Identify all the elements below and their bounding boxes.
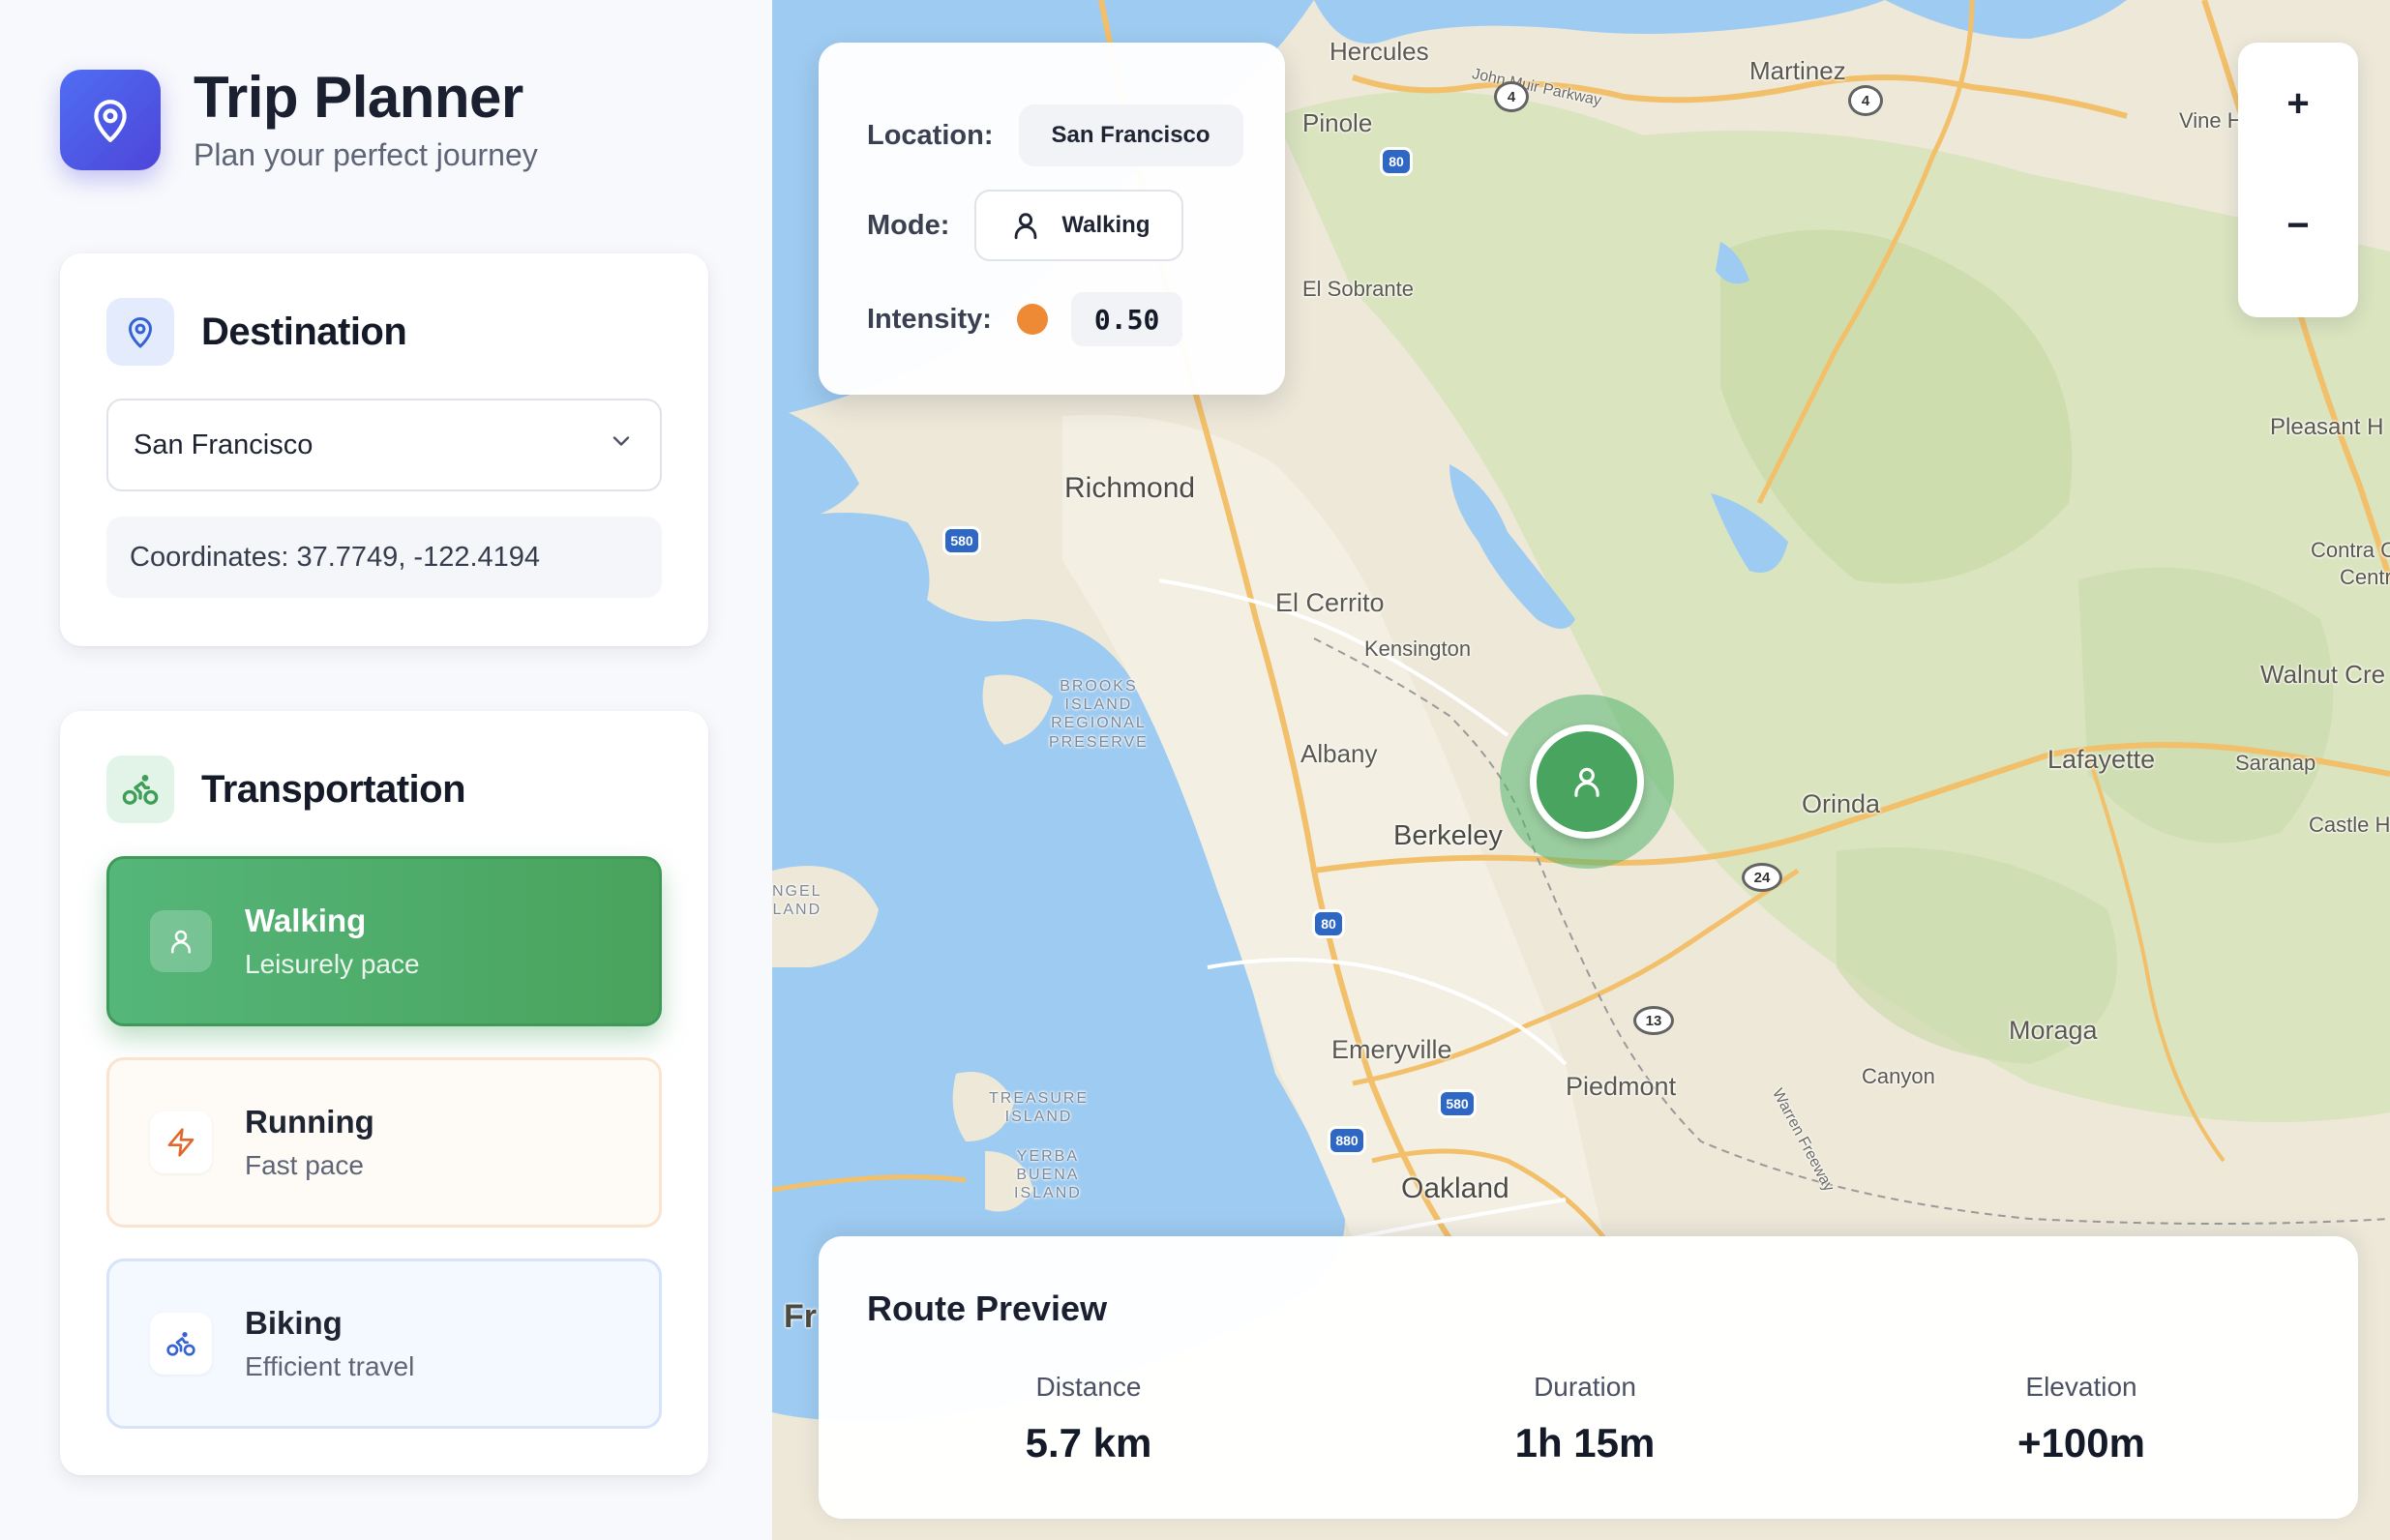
- map-label: El Sobrante: [1302, 277, 1414, 301]
- mode-option-walking[interactable]: Walking Leisurely pace: [106, 856, 662, 1026]
- highway-shield: 580: [942, 526, 981, 555]
- highway-shield: 580: [1438, 1089, 1477, 1118]
- location-marker[interactable]: [1500, 695, 1674, 869]
- map-label: El Cerrito: [1275, 588, 1385, 617]
- zoom-in-button[interactable]: +: [2238, 43, 2358, 164]
- stat-label: Distance: [1035, 1372, 1142, 1402]
- map-label: Castle H: [2309, 813, 2390, 837]
- intensity-value: 0.50: [1070, 292, 1183, 346]
- map-pin-icon: [60, 69, 161, 170]
- app-subtitle: Plan your perfect journey: [194, 137, 538, 172]
- intensity-indicator: [1016, 304, 1048, 335]
- mode-label: Mode:: [867, 209, 950, 241]
- map-label: Kensington: [1364, 637, 1472, 661]
- mode-name: Walking: [245, 903, 367, 938]
- location-value: San Francisco: [1018, 104, 1243, 166]
- map-label: Albany: [1300, 739, 1378, 768]
- map-label: Fr: [784, 1298, 817, 1335]
- zoom-out-button[interactable]: −: [2238, 164, 2358, 286]
- destination-select[interactable]: San Francisco: [106, 399, 662, 491]
- highway-shield: 80: [1380, 147, 1413, 176]
- bicycle-icon: [150, 1313, 212, 1375]
- mode-description: Fast pace: [245, 1150, 364, 1180]
- stat-label: Duration: [1534, 1372, 1636, 1402]
- map-label: Piedmont: [1566, 1072, 1677, 1101]
- map-label: TREASURE ISLAND: [989, 1090, 1090, 1126]
- map-label: Lafayette: [2047, 745, 2156, 774]
- location-label: Location:: [867, 119, 994, 151]
- mode-name: Running: [245, 1104, 374, 1140]
- map-label: Contra C: [2311, 538, 2390, 562]
- map-label: Centr: [2340, 565, 2390, 589]
- intensity-label: Intensity:: [867, 303, 992, 335]
- stat-value: +100m: [2017, 1420, 2145, 1466]
- mode-description: Efficient travel: [245, 1351, 415, 1381]
- map-label: Martinez: [1749, 56, 1846, 85]
- destination-card: Destination San Francisco Coordinates: 3…: [60, 253, 708, 646]
- mode-option-running[interactable]: Running Fast pace: [106, 1057, 662, 1228]
- map-label: NGEL LAND: [772, 883, 822, 919]
- highway-shield: 4: [1848, 85, 1883, 116]
- map-label: BROOKS ISLAND REGIONAL PRESERVE: [1049, 678, 1149, 751]
- map-label: Pleasant H: [2270, 414, 2384, 440]
- map-label: Saranap: [2235, 751, 2316, 775]
- brand: Trip Planner Plan your perfect journey: [60, 66, 538, 173]
- elevation-stat: Elevation +100m: [1888, 1372, 2275, 1466]
- highway-shield: 4: [1494, 81, 1529, 112]
- map-info-panel: Location: San Francisco Mode: Walking In…: [819, 43, 1285, 395]
- mode-name: Biking: [245, 1305, 343, 1341]
- map-pin-icon: [106, 298, 174, 366]
- map-label: Emeryville: [1331, 1035, 1452, 1064]
- map-label: Oakland: [1401, 1172, 1509, 1204]
- coordinates-display: Coordinates: 37.7749, -122.4194: [106, 517, 662, 598]
- map-label: Canyon: [1862, 1064, 1935, 1088]
- map-label: YERBA BUENA ISLAND: [1014, 1148, 1082, 1202]
- transportation-title: Transportation: [201, 767, 466, 811]
- highway-shield: 80: [1312, 909, 1345, 938]
- destination-select-value: San Francisco: [134, 429, 314, 460]
- transportation-card: Transportation Walking Leisurely pace Ru…: [60, 711, 708, 1475]
- highway-shield: 880: [1328, 1126, 1366, 1155]
- bicycle-icon: [106, 755, 174, 823]
- map-label: Berkeley: [1393, 820, 1503, 851]
- stat-value: 5.7 km: [1025, 1420, 1152, 1466]
- distance-stat: Distance 5.7 km: [895, 1372, 1282, 1466]
- destination-title: Destination: [201, 310, 407, 353]
- highway-shield: 13: [1633, 1006, 1674, 1035]
- mode-value: Walking: [1061, 212, 1150, 238]
- map-label: Richmond: [1064, 472, 1196, 504]
- map-label: Moraga: [2009, 1016, 2098, 1045]
- person-icon: [1530, 725, 1644, 839]
- map-label: Vine H: [2179, 108, 2243, 133]
- route-preview-title: Route Preview: [867, 1288, 1108, 1328]
- route-preview-panel: Route Preview Distance 5.7 km Duration 1…: [819, 1236, 2358, 1519]
- map-label: Pinole: [1302, 108, 1373, 137]
- mode-value-badge: Walking: [974, 190, 1183, 261]
- stat-value: 1h 15m: [1514, 1420, 1656, 1466]
- highway-shield: 24: [1742, 863, 1782, 892]
- person-icon: [1009, 209, 1042, 242]
- chevron-down-icon: [608, 428, 635, 462]
- mode-description: Leisurely pace: [245, 949, 420, 979]
- zoom-controls: + −: [2238, 43, 2358, 317]
- app-title: Trip Planner: [194, 65, 523, 130]
- map-view[interactable]: Hercules Martinez Pinole Vine H El Sobra…: [772, 0, 2390, 1540]
- map-label: Walnut Cre: [2260, 660, 2386, 689]
- stat-label: Elevation: [2025, 1372, 2137, 1402]
- map-label: Hercules: [1329, 37, 1429, 66]
- lightning-icon: [150, 1111, 212, 1173]
- person-icon: [150, 910, 212, 972]
- map-label: Orinda: [1802, 789, 1881, 818]
- sidebar: Trip Planner Plan your perfect journey D…: [0, 0, 772, 1540]
- duration-stat: Duration 1h 15m: [1391, 1372, 1778, 1466]
- mode-option-biking[interactable]: Biking Efficient travel: [106, 1259, 662, 1429]
